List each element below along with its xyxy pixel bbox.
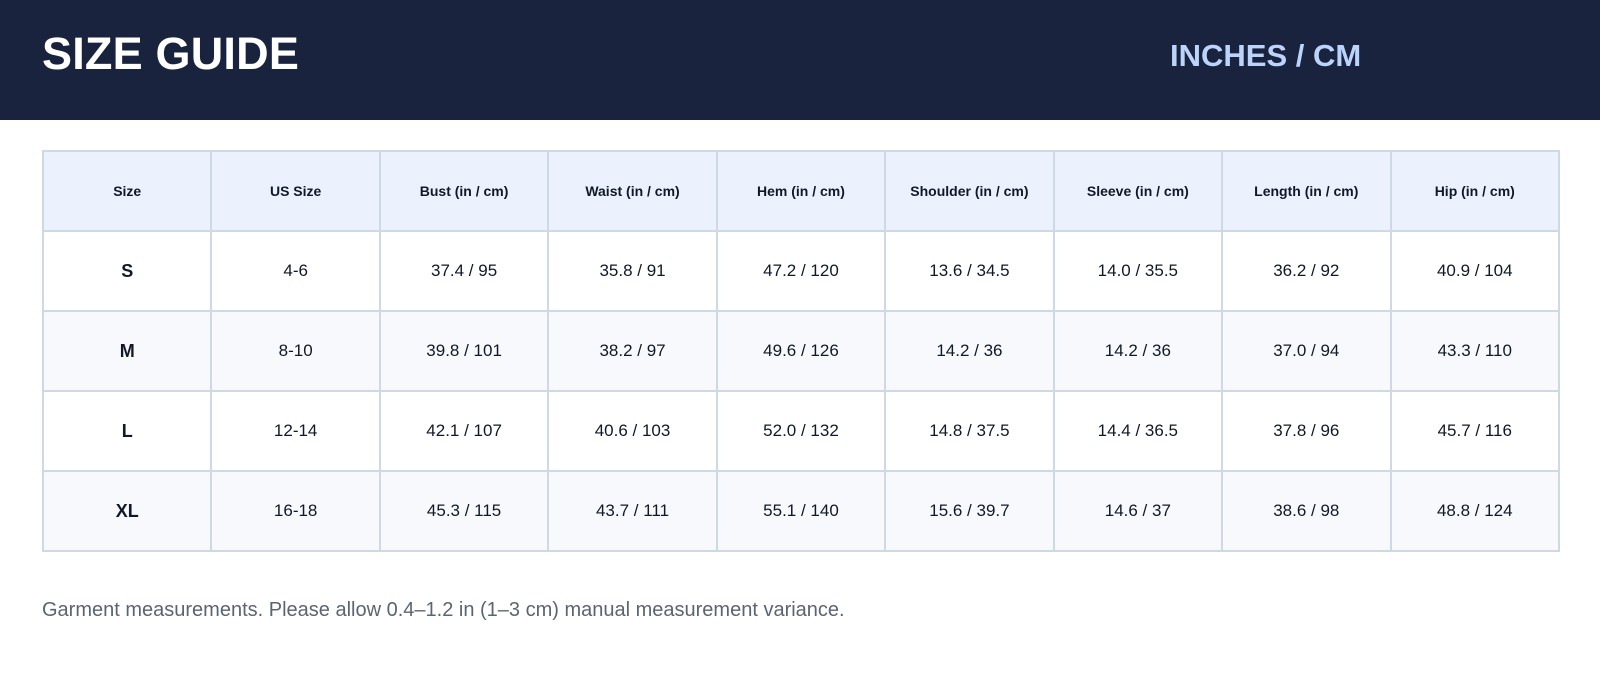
hem-cell: 47.2 / 120 [715, 230, 887, 312]
bust-cell: 42.1 / 107 [378, 390, 550, 472]
bust-cell: 39.8 / 101 [378, 310, 550, 392]
hem-cell: 49.6 / 126 [715, 310, 887, 392]
length-cell: 36.2 / 92 [1221, 230, 1392, 312]
us-size-cell: 4-6 [210, 230, 381, 312]
hip-cell: 40.9 / 104 [1389, 230, 1560, 312]
us-size-cell: 12-14 [210, 390, 381, 472]
sleeve-cell: 14.0 / 35.5 [1052, 230, 1224, 312]
size-cell: L [41, 390, 213, 472]
column-header-us-size: US Size [210, 150, 381, 232]
shoulder-cell: 13.6 / 34.5 [884, 230, 1055, 312]
size-chart-table: Size US Size Bust (in / cm) Waist (in / … [41, 150, 1560, 552]
measurement-footnote: Garment measurements. Please allow 0.4–1… [42, 599, 845, 621]
table-row: S 4-6 37.4 / 95 35.8 / 91 47.2 / 120 13.… [41, 230, 1560, 312]
column-header-waist: Waist (in / cm) [547, 150, 718, 232]
column-header-size: Size [41, 150, 213, 232]
size-cell: S [41, 230, 213, 312]
waist-cell: 38.2 / 97 [547, 310, 718, 392]
column-header-sleeve: Sleeve (in / cm) [1052, 150, 1224, 232]
column-header-length: Length (in / cm) [1221, 150, 1392, 232]
hip-cell: 48.8 / 124 [1389, 470, 1560, 552]
waist-cell: 40.6 / 103 [547, 390, 718, 472]
column-header-shoulder: Shoulder (in / cm) [884, 150, 1055, 232]
table-header-row: Size US Size Bust (in / cm) Waist (in / … [41, 150, 1560, 232]
page-title: SIZE GUIDE [42, 28, 300, 79]
us-size-cell: 8-10 [210, 310, 381, 392]
bust-cell: 45.3 / 115 [378, 470, 550, 552]
length-cell: 37.8 / 96 [1221, 390, 1392, 472]
header-bar: SIZE GUIDE INCHES / CM [0, 0, 1600, 120]
table-row: M 8-10 39.8 / 101 38.2 / 97 49.6 / 126 1… [41, 310, 1560, 392]
shoulder-cell: 14.2 / 36 [884, 310, 1055, 392]
length-cell: 37.0 / 94 [1221, 310, 1392, 392]
shoulder-cell: 14.8 / 37.5 [884, 390, 1055, 472]
sleeve-cell: 14.6 / 37 [1052, 470, 1224, 552]
length-cell: 38.6 / 98 [1221, 470, 1392, 552]
hem-cell: 55.1 / 140 [715, 470, 887, 552]
hem-cell: 52.0 / 132 [715, 390, 887, 472]
size-cell: XL [41, 470, 213, 552]
column-header-hip: Hip (in / cm) [1389, 150, 1560, 232]
column-header-bust: Bust (in / cm) [378, 150, 550, 232]
hip-cell: 45.7 / 116 [1389, 390, 1560, 472]
size-cell: M [41, 310, 213, 392]
table-row: XL 16-18 45.3 / 115 43.7 / 111 55.1 / 14… [41, 470, 1560, 552]
sleeve-cell: 14.4 / 36.5 [1052, 390, 1224, 472]
bust-cell: 37.4 / 95 [378, 230, 550, 312]
units-label: INCHES / CM [1170, 38, 1362, 73]
waist-cell: 35.8 / 91 [547, 230, 718, 312]
sleeve-cell: 14.2 / 36 [1052, 310, 1224, 392]
us-size-cell: 16-18 [210, 470, 381, 552]
column-header-hem: Hem (in / cm) [715, 150, 887, 232]
shoulder-cell: 15.6 / 39.7 [884, 470, 1055, 552]
table-row: L 12-14 42.1 / 107 40.6 / 103 52.0 / 132… [41, 390, 1560, 472]
waist-cell: 43.7 / 111 [547, 470, 718, 552]
hip-cell: 43.3 / 110 [1389, 310, 1560, 392]
